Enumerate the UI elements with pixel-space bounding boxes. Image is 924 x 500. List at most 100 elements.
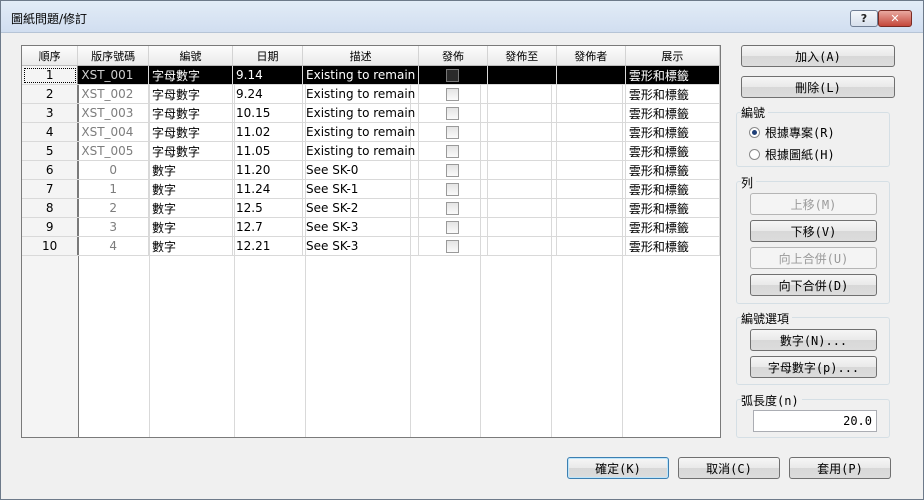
show-cell[interactable]: 雲形和標籤 (625, 198, 720, 218)
row-number[interactable]: 6 (22, 160, 79, 180)
show-cell[interactable]: 雲形和標籤 (625, 84, 720, 104)
row-number[interactable]: 5 (22, 141, 79, 161)
date-cell[interactable]: 12.5 (232, 198, 304, 218)
show-cell[interactable]: 雲形和標籤 (625, 103, 720, 123)
arc-length-input[interactable]: 20.0 (753, 410, 877, 432)
ok-button[interactable]: 確定(K) (567, 457, 669, 479)
date-cell[interactable]: 11.02 (232, 122, 304, 142)
date-cell[interactable]: 10.15 (232, 103, 304, 123)
revision-cell[interactable]: XST_003 (77, 103, 149, 123)
numbering-cell[interactable]: 字母數字 (148, 141, 234, 161)
numbering-cell[interactable]: 數字 (148, 236, 234, 256)
description-cell[interactable]: Existing to remain (302, 84, 420, 104)
numbering-cell[interactable]: 數字 (148, 160, 234, 180)
issued-checkbox[interactable] (446, 240, 460, 253)
numbering-cell[interactable]: 字母數字 (148, 65, 234, 85)
date-cell[interactable]: 9.24 (232, 84, 304, 104)
issued-checkbox[interactable] (446, 202, 460, 215)
issued-to-cell[interactable] (487, 122, 557, 142)
revision-cell[interactable]: 4 (77, 236, 149, 256)
numbering-cell[interactable]: 字母數字 (148, 103, 234, 123)
description-cell[interactable]: See SK-3 (302, 236, 420, 256)
row-number[interactable]: 9 (22, 217, 79, 237)
description-cell[interactable]: See SK-3 (302, 217, 420, 237)
issued-cell[interactable] (418, 84, 488, 104)
revision-cell[interactable]: 0 (77, 160, 149, 180)
issued-cell[interactable] (418, 160, 488, 180)
description-cell[interactable]: See SK-2 (302, 198, 420, 218)
revision-cell[interactable]: 2 (77, 198, 149, 218)
revision-cell[interactable]: XST_004 (77, 122, 149, 142)
description-cell[interactable]: Existing to remain (302, 122, 420, 142)
issued-checkbox[interactable] (446, 145, 460, 158)
issued-by-cell[interactable] (556, 141, 626, 161)
description-cell[interactable]: Existing to remain (302, 141, 420, 161)
numbering-cell[interactable]: 數字 (148, 217, 234, 237)
issued-to-cell[interactable] (487, 141, 557, 161)
issued-to-cell[interactable] (487, 198, 557, 218)
table-row[interactable]: 2 XST_002 字母數字 9.24 Existing to remain 雲形和標籤 (22, 84, 720, 104)
issued-to-cell[interactable] (487, 236, 557, 256)
show-cell[interactable]: 雲形和標籤 (625, 65, 720, 85)
table-row[interactable]: 5 XST_005 字母數字 11.05 Existing to remain 雲形和標籤 (22, 141, 720, 161)
table-row[interactable]: 1 XST_001 字母數字 9.14 Existing to remain 雲形和標籤 (22, 65, 720, 85)
issued-checkbox[interactable] (446, 88, 460, 101)
row-number[interactable]: 4 (22, 122, 79, 142)
issued-by-cell[interactable] (556, 217, 626, 237)
column-header[interactable]: 發佈 (418, 46, 488, 66)
issued-cell[interactable] (418, 198, 488, 218)
issued-cell[interactable] (418, 141, 488, 161)
show-cell[interactable]: 雲形和標籤 (625, 236, 720, 256)
close-button[interactable]: ✕ (878, 10, 912, 27)
issued-to-cell[interactable] (487, 217, 557, 237)
column-header[interactable]: 發佈至 (487, 46, 557, 66)
issued-to-cell[interactable] (487, 65, 557, 85)
description-cell[interactable]: Existing to remain (302, 65, 420, 85)
table-row[interactable]: 9 3 數字 12.7 See SK-3 雲形和標籤 (22, 217, 720, 237)
revision-cell[interactable]: 3 (77, 217, 149, 237)
description-cell[interactable]: See SK-1 (302, 179, 420, 199)
issued-by-cell[interactable] (556, 179, 626, 199)
numbering-cell[interactable]: 數字 (148, 198, 234, 218)
issued-to-cell[interactable] (487, 103, 557, 123)
issued-checkbox[interactable] (446, 221, 460, 234)
column-header[interactable]: 日期 (232, 46, 304, 66)
table-row[interactable]: 7 1 數字 11.24 See SK-1 雲形和標籤 (22, 179, 720, 199)
issued-checkbox[interactable] (446, 107, 460, 120)
table-row[interactable]: 8 2 數字 12.5 See SK-2 雲形和標籤 (22, 198, 720, 218)
issued-to-cell[interactable] (487, 179, 557, 199)
issued-cell[interactable] (418, 65, 488, 85)
issued-to-cell[interactable] (487, 84, 557, 104)
issued-by-cell[interactable] (556, 65, 626, 85)
issued-cell[interactable] (418, 122, 488, 142)
table-row[interactable]: 3 XST_003 字母數字 10.15 Existing to remain 雲形和標籤 (22, 103, 720, 123)
table-row[interactable]: 6 0 數字 11.20 See SK-0 雲形和標籤 (22, 160, 720, 180)
revision-cell[interactable]: 1 (77, 179, 149, 199)
table-row[interactable]: 4 XST_004 字母數字 11.02 Existing to remain 雲形和標籤 (22, 122, 720, 142)
issued-checkbox[interactable] (446, 126, 460, 139)
column-header[interactable]: 編號 (148, 46, 234, 66)
issued-checkbox[interactable] (446, 164, 460, 177)
show-cell[interactable]: 雲形和標籤 (625, 122, 720, 142)
column-header[interactable]: 描述 (302, 46, 420, 66)
show-cell[interactable]: 雲形和標籤 (625, 141, 720, 161)
cancel-button[interactable]: 取消(C) (678, 457, 780, 479)
row-number[interactable]: 3 (22, 103, 79, 123)
revision-cell[interactable]: XST_002 (77, 84, 149, 104)
date-cell[interactable]: 11.24 (232, 179, 304, 199)
row-number[interactable]: 2 (22, 84, 79, 104)
numeric-options-button[interactable]: 數字(N)... (750, 329, 877, 351)
numbering-cell[interactable]: 字母數字 (148, 84, 234, 104)
date-cell[interactable]: 11.05 (232, 141, 304, 161)
date-cell[interactable]: 12.7 (232, 217, 304, 237)
per-sheet-radio[interactable]: 根據圖紙(H) (749, 146, 835, 163)
date-cell[interactable]: 9.14 (232, 65, 304, 85)
merge-down-button[interactable]: 向下合併(D) (750, 274, 877, 296)
column-header[interactable]: 版序號碼 (77, 46, 149, 66)
alphanumeric-options-button[interactable]: 字母數字(p)... (750, 356, 877, 378)
issued-cell[interactable] (418, 179, 488, 199)
issued-by-cell[interactable] (556, 103, 626, 123)
issued-by-cell[interactable] (556, 160, 626, 180)
issued-by-cell[interactable] (556, 122, 626, 142)
issued-by-cell[interactable] (556, 84, 626, 104)
